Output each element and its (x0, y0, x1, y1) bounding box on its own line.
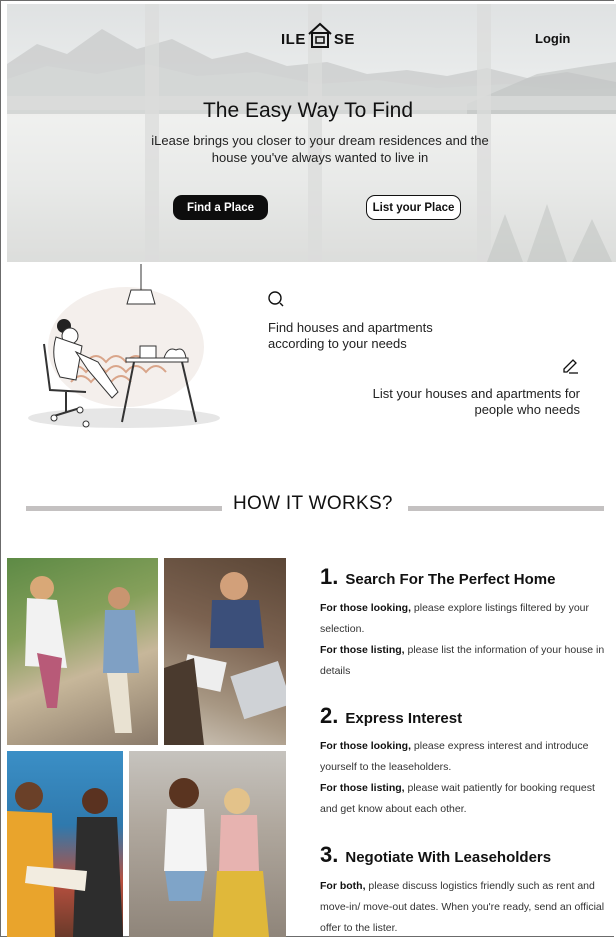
feature-search-text: Find houses and apartments according to … (268, 320, 433, 351)
pencil-icon (563, 359, 578, 374)
step-number: 1. (320, 564, 339, 589)
logo[interactable]: ILE SE (281, 22, 355, 48)
hero-title: The Easy Way To Find (202, 99, 414, 122)
audience-label: For those looking, (320, 602, 411, 614)
logo-text-right: SE (333, 31, 355, 48)
logo-text-left: ILE (281, 31, 306, 48)
hero-subtitle: iLease brings you closer to your dream r… (151, 133, 489, 165)
photo-friends-walking (129, 751, 286, 937)
feature-list-text: List your houses and apartments for peop… (372, 386, 580, 417)
photo-friends-map (7, 751, 123, 937)
how-it-works-title: HOW IT WORKS? (233, 493, 393, 514)
section-divider-right (408, 506, 604, 511)
section-divider-left (26, 506, 222, 511)
step-2-body: For those looking, please express intere… (320, 736, 612, 820)
list-place-button[interactable]: List your Place (366, 195, 461, 220)
search-icon (268, 291, 284, 307)
photo-laptop-work (164, 558, 286, 745)
step-number: 2. (320, 703, 339, 728)
audience-label: For those looking, (320, 740, 411, 752)
photo-friends-running (7, 558, 158, 745)
audience-label: For both, (320, 880, 366, 892)
person-reading-illustration (28, 264, 220, 428)
audience-label: For those listing, (320, 644, 405, 656)
audience-label: For those listing, (320, 782, 405, 794)
step-3-body: For both, please discuss logistics frien… (320, 876, 612, 939)
step-title: Express Interest (345, 710, 463, 727)
house-logo-icon (308, 22, 332, 48)
step-number: 3. (320, 842, 339, 867)
step-1-body: For those looking, please explore listin… (320, 598, 612, 682)
step-title: Search For The Perfect Home (345, 571, 556, 588)
login-link[interactable]: Login (535, 31, 570, 46)
step-1-heading: 1. Search For The Perfect Home (320, 564, 555, 590)
step-title: Negotiate With Leaseholders (345, 849, 552, 866)
step-2-heading: 2. Express Interest (320, 703, 462, 729)
step-3-heading: 3. Negotiate With Leaseholders (320, 842, 551, 868)
find-place-button[interactable]: Find a Place (173, 195, 268, 220)
